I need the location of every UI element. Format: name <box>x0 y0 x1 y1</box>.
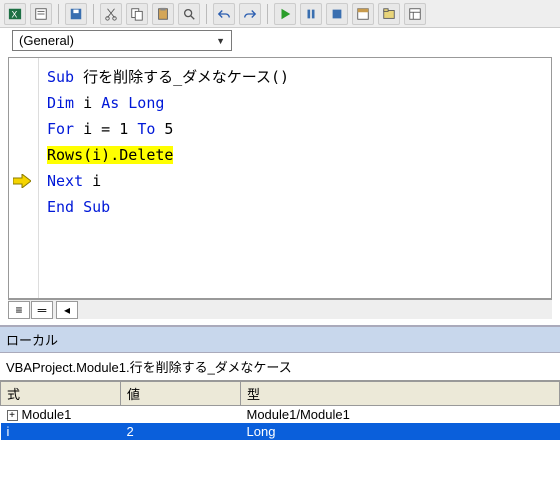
code-line: For i = 1 To 5 <box>47 116 543 142</box>
copy-icon[interactable] <box>126 3 148 25</box>
undo-icon[interactable] <box>213 3 235 25</box>
project-icon[interactable] <box>378 3 400 25</box>
pause-icon[interactable] <box>300 3 322 25</box>
code-content: Sub 行を削除する_ダメなケース() Dim i As Long For i … <box>39 58 551 298</box>
svg-text:X: X <box>12 9 18 19</box>
code-line: Dim i As Long <box>47 90 543 116</box>
toggle-icon[interactable] <box>352 3 374 25</box>
run-icon[interactable] <box>274 3 296 25</box>
view-tabs: ≡ ═ ◂ <box>8 299 552 319</box>
excel-icon[interactable]: X <box>4 3 26 25</box>
procedure-view-button[interactable]: ≡ <box>8 301 30 319</box>
toolbar: X <box>0 0 560 28</box>
properties-icon[interactable] <box>404 3 426 25</box>
form-icon[interactable] <box>30 3 52 25</box>
code-line: Rows(i).Delete <box>47 142 543 168</box>
locals-path: VBAProject.Module1.行を削除する_ダメなケース <box>0 353 560 381</box>
stop-icon[interactable] <box>326 3 348 25</box>
code-line: End Sub <box>47 194 543 220</box>
object-dropdown-row: (General) ▼ <box>0 28 560 53</box>
save-icon[interactable] <box>65 3 87 25</box>
find-icon[interactable] <box>178 3 200 25</box>
redo-icon[interactable] <box>239 3 261 25</box>
col-expr[interactable]: 式 <box>1 382 121 406</box>
paste-icon[interactable] <box>152 3 174 25</box>
code-gutter <box>9 58 39 298</box>
locals-row[interactable]: +Module1Module1/Module1 <box>1 406 560 424</box>
scroll-left-button[interactable]: ◂ <box>56 301 78 319</box>
object-dropdown[interactable]: (General) ▼ <box>12 30 232 51</box>
full-module-view-button[interactable]: ═ <box>31 301 53 319</box>
cut-icon[interactable] <box>100 3 122 25</box>
code-line: Sub 行を削除する_ダメなケース() <box>47 64 543 90</box>
code-editor[interactable]: Sub 行を削除する_ダメなケース() Dim i As Long For i … <box>8 57 552 299</box>
code-line: Next i <box>47 168 543 194</box>
col-type[interactable]: 型 <box>241 382 560 406</box>
expand-icon[interactable]: + <box>7 410 18 421</box>
execution-pointer-icon <box>13 174 31 188</box>
col-value[interactable]: 値 <box>121 382 241 406</box>
chevron-down-icon: ▼ <box>216 36 225 46</box>
object-dropdown-value: (General) <box>19 33 74 48</box>
locals-table: 式 値 型 +Module1Module1/Module1 i2Long <box>0 381 560 440</box>
locals-row[interactable]: i2Long <box>1 423 560 440</box>
locals-title: ローカル <box>0 325 560 353</box>
